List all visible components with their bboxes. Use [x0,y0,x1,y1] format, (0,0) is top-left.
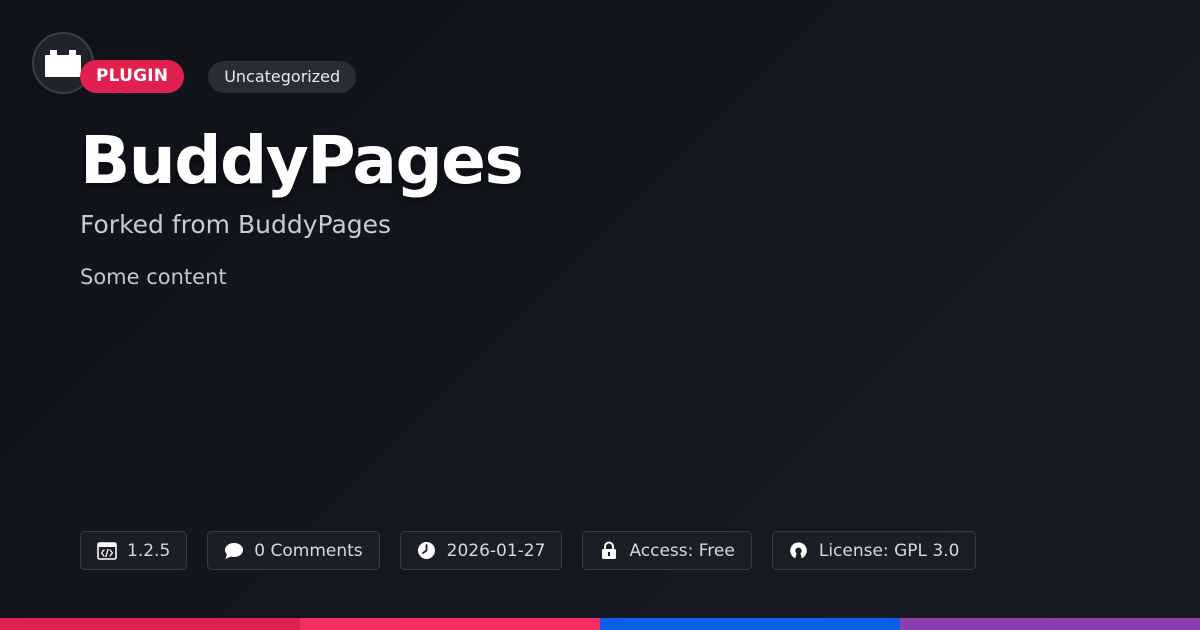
license-chip: License: GPL 3.0 [771,531,977,570]
bar-segment-1 [0,618,300,630]
speech-bubble-icon [224,541,244,561]
bar-segment-2 [300,618,600,630]
tag-row: PLUGIN Uncategorized [80,60,357,93]
clock-icon [417,541,437,561]
comments-chip[interactable]: 0 Comments [207,531,380,570]
meta-row: 1.2.5 0 Comments 2026-01-27 Access: Free… [80,531,977,570]
access-chip: Access: Free [582,531,752,570]
date-text: 2026-01-27 [446,540,546,561]
bottom-color-bar [0,618,1200,630]
page-content: Some content [80,265,227,289]
open-source-icon [789,541,809,561]
license-text: License: GPL 3.0 [818,540,960,561]
bar-segment-3 [600,618,900,630]
date-chip: 2026-01-27 [399,531,563,570]
page-title: BuddyPages [80,122,524,199]
type-badge[interactable]: PLUGIN [80,60,185,93]
access-text: Access: Free [629,540,735,561]
version-chip: 1.2.5 [80,531,188,570]
comments-text: 0 Comments [254,540,363,561]
lock-icon [599,541,619,561]
bar-segment-4 [900,618,1200,630]
plugin-block-icon [45,50,81,77]
version-text: 1.2.5 [127,540,171,561]
code-window-icon [97,541,117,561]
category-badge[interactable]: Uncategorized [208,60,357,93]
page-subtitle: Forked from BuddyPages [80,210,392,239]
